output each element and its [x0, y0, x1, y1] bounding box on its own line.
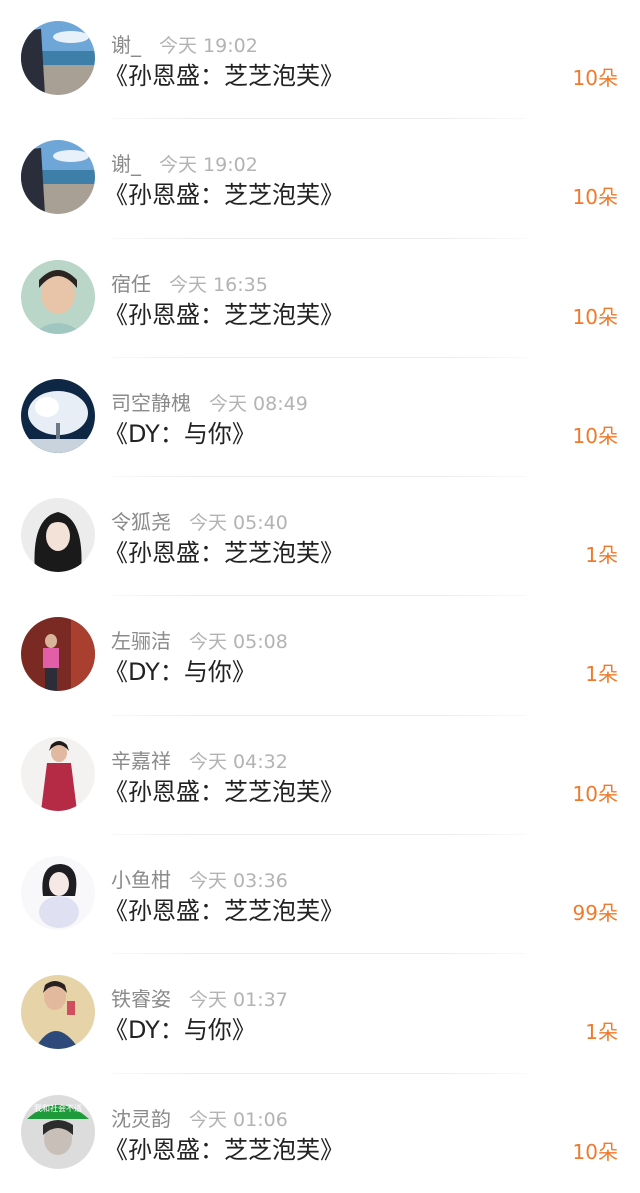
avatar[interactable]	[21, 736, 95, 811]
list-item[interactable]: 令狐尧 今天 05:40 《孙恩盛：芝芝泡芙》 1朵	[0, 477, 640, 597]
song-title: 《孙恩盛：芝芝泡芙》	[104, 539, 344, 568]
list-item[interactable]: 辛嘉祥 今天 04:32 《孙恩盛：芝芝泡芙》 10朵	[0, 716, 640, 836]
avatar[interactable]	[21, 378, 95, 453]
user-name[interactable]: 左骊洁	[111, 625, 171, 654]
gift-time: 今天 03:36	[189, 870, 288, 893]
avatar-dark-hair-image	[21, 498, 95, 573]
avatar-sea-image	[21, 140, 95, 215]
avatar[interactable]	[21, 498, 95, 573]
song-title: 《DY：与你》	[104, 419, 256, 448]
flower-count: 1朵	[585, 1020, 618, 1045]
user-name[interactable]: 铁睿姿	[111, 983, 171, 1012]
song-title: 《DY：与你》	[104, 658, 256, 687]
gift-time: 今天 01:37	[189, 989, 288, 1012]
avatar-red-door-image	[21, 617, 95, 692]
avatar-green-hat-image: 我和社会不适	[21, 1094, 95, 1169]
user-name[interactable]: 谢_	[111, 29, 141, 58]
song-title: 《孙恩盛：芝芝泡芙》	[104, 62, 344, 90]
list-item[interactable]: 左骊洁 今天 05:08 《DY：与你》 1朵	[0, 596, 640, 716]
list-item[interactable]: 司空静槐 今天 08:49 《DY：与你》 10朵	[0, 358, 640, 478]
avatar[interactable]	[21, 21, 95, 95]
user-name[interactable]: 令狐尧	[111, 506, 171, 535]
gift-time: 今天 04:32	[189, 750, 288, 773]
flower-count: 10朵	[572, 1139, 618, 1164]
list-item[interactable]: 宿任 今天 16:35 《孙恩盛：芝芝泡芙》 10朵	[0, 239, 640, 358]
list-item[interactable]: 铁睿姿 今天 01:37 《DY：与你》 1朵	[0, 954, 640, 1074]
avatar-badge-text: 我和社会不适	[34, 1103, 82, 1113]
user-name[interactable]: 小鱼柑	[111, 864, 171, 893]
flower-count: 10朵	[572, 781, 618, 806]
avatar-sea-image	[21, 21, 95, 95]
avatar-mirror-selfie-image	[21, 975, 95, 1050]
song-title: 《孙恩盛：芝芝泡芙》	[104, 1135, 344, 1164]
list-item[interactable]: 小鱼柑 今天 03:36 《孙恩盛：芝芝泡芙》 99朵	[0, 835, 640, 955]
avatar[interactable]: 我和社会不适	[21, 1094, 95, 1169]
avatar[interactable]	[21, 975, 95, 1050]
gift-time: 今天 05:40	[189, 512, 288, 535]
list-item[interactable]: 谢_ 今天 19:02 《孙恩盛：芝芝泡芙》 10朵	[0, 0, 640, 120]
avatar-qipao-image	[21, 736, 95, 811]
song-title: 《DY：与你》	[104, 1016, 256, 1045]
user-name[interactable]: 宿任	[111, 268, 151, 297]
gift-time: 今天 16:35	[169, 273, 268, 296]
avatar[interactable]	[21, 856, 95, 931]
gift-time: 今天 08:49	[209, 392, 308, 415]
flower-count: 1朵	[585, 662, 618, 687]
user-name[interactable]: 沈灵韵	[111, 1103, 171, 1132]
flower-count: 10朵	[572, 423, 618, 448]
flower-count: 99朵	[572, 901, 618, 926]
user-name[interactable]: 司空静槐	[111, 387, 191, 416]
avatar-snow-tree-image	[21, 378, 95, 453]
gift-time: 今天 01:06	[189, 1108, 288, 1131]
avatar[interactable]	[21, 259, 95, 334]
gift-time: 今天 19:02	[159, 154, 258, 177]
gift-time: 今天 19:02	[159, 35, 258, 57]
list-item[interactable]: 我和社会不适 沈灵韵 今天 01:06 《孙恩盛：芝芝泡芙》 10朵	[0, 1074, 640, 1193]
flower-count: 10朵	[572, 185, 618, 210]
user-name[interactable]: 谢_	[111, 148, 141, 177]
flower-count: 1朵	[585, 543, 618, 568]
avatar[interactable]	[21, 140, 95, 215]
gift-record-list: 谢_ 今天 19:02 《孙恩盛：芝芝泡芙》 10朵 谢_ 今天 19:02 《…	[0, 0, 640, 1193]
gift-time: 今天 05:08	[189, 631, 288, 654]
flower-count: 10朵	[572, 304, 618, 329]
user-name[interactable]: 辛嘉祥	[111, 745, 171, 774]
avatar-boy-image	[21, 259, 95, 334]
song-title: 《孙恩盛：芝芝泡芙》	[104, 897, 344, 926]
avatar-doll-image	[21, 856, 95, 931]
song-title: 《孙恩盛：芝芝泡芙》	[104, 777, 344, 806]
avatar[interactable]	[21, 617, 95, 692]
flower-count: 10朵	[572, 66, 618, 90]
list-item[interactable]: 谢_ 今天 19:02 《孙恩盛：芝芝泡芙》 10朵	[0, 119, 640, 239]
song-title: 《孙恩盛：芝芝泡芙》	[104, 300, 344, 329]
song-title: 《孙恩盛：芝芝泡芙》	[104, 181, 344, 210]
